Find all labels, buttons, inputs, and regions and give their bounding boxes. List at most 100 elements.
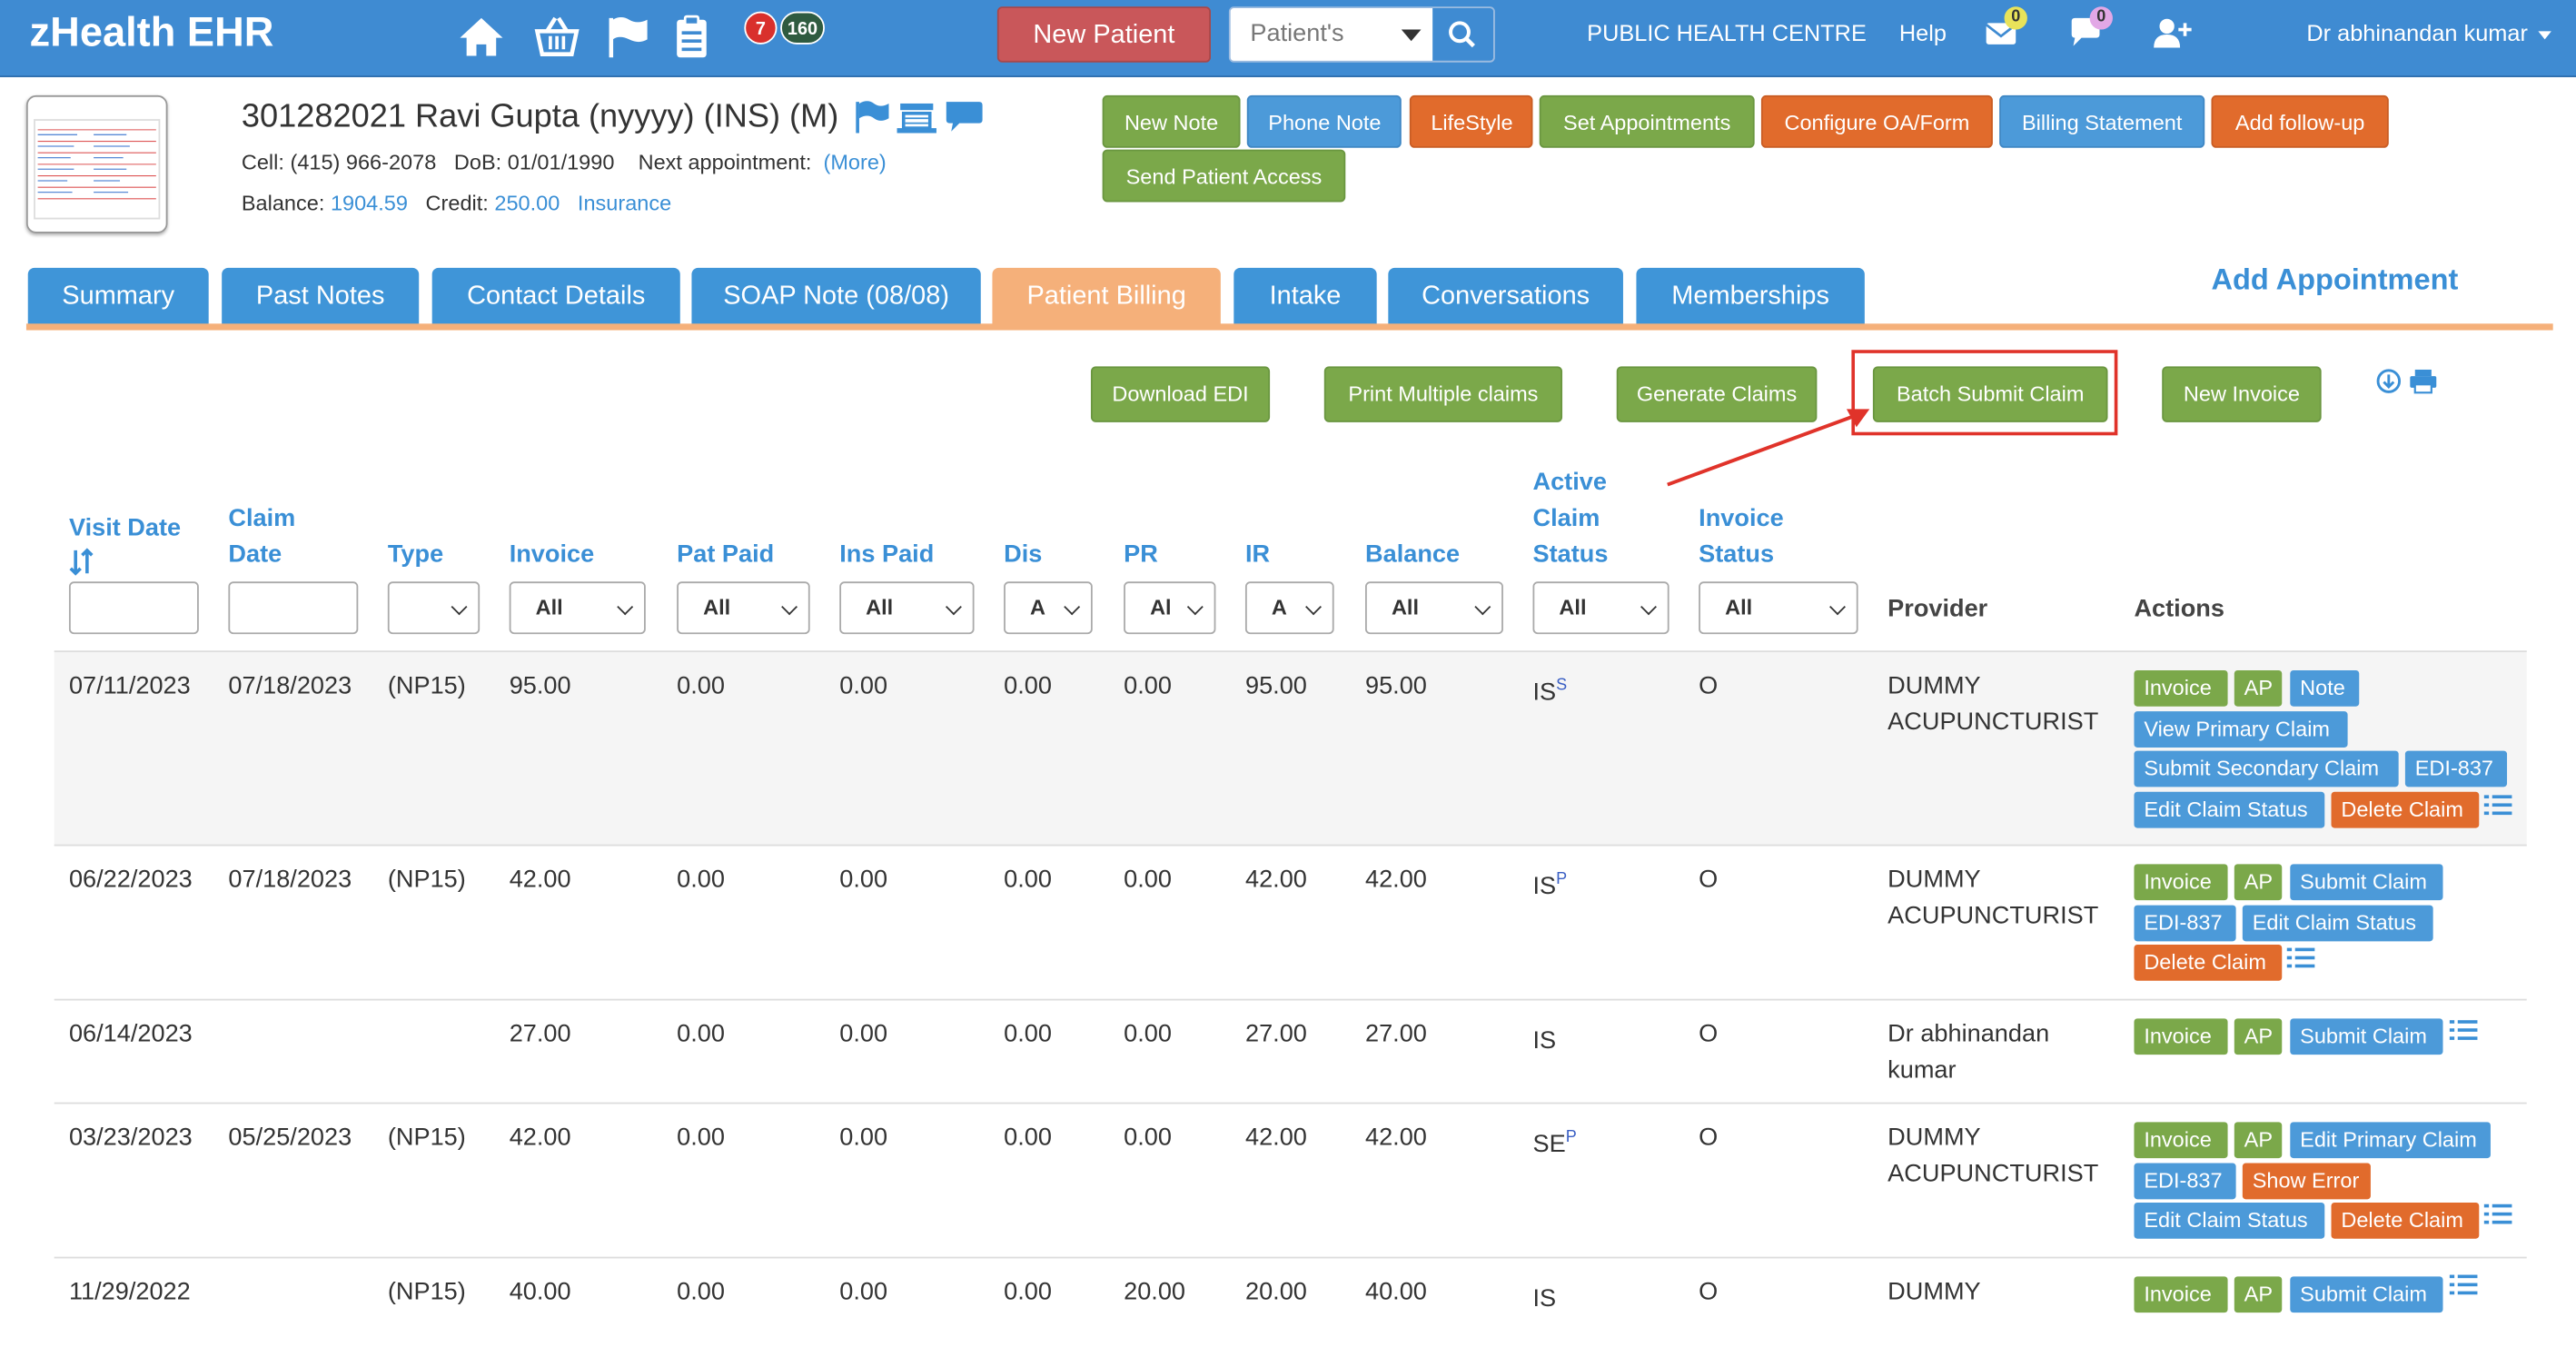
col-visit-date[interactable]: Visit Date: [69, 510, 181, 588]
alert-count-badge[interactable]: 7: [744, 11, 778, 45]
configure-oa-form-button[interactable]: Configure OA/Form: [1760, 94, 1993, 148]
invoice-status-filter-select[interactable]: All: [1699, 581, 1858, 635]
new-note-button[interactable]: New Note: [1102, 94, 1241, 148]
download-icon[interactable]: [2375, 368, 2402, 394]
basket-icon[interactable]: [532, 13, 581, 59]
col-ir[interactable]: IR: [1245, 537, 1270, 573]
col-type[interactable]: Type: [388, 537, 443, 573]
invoice-button[interactable]: Invoice: [2134, 864, 2228, 901]
submit-secondary-claim-button[interactable]: Submit Secondary Claim: [2134, 751, 2399, 788]
send-patient-access-button[interactable]: Send Patient Access: [1102, 149, 1346, 203]
mail-icon[interactable]: 0: [1985, 6, 2027, 49]
home-icon[interactable]: [457, 13, 506, 59]
ap-button[interactable]: AP: [2234, 864, 2283, 901]
invoice-button[interactable]: Invoice: [2134, 1018, 2228, 1055]
invoice-button[interactable]: Invoice: [2134, 1276, 2228, 1313]
invoice-button[interactable]: Invoice: [2134, 1122, 2228, 1159]
edit-claim-status-button[interactable]: Edit Claim Status: [2134, 791, 2325, 828]
edi-837-button[interactable]: EDI-837: [2134, 1162, 2236, 1199]
balance-filter-select[interactable]: All: [1365, 581, 1503, 635]
note-button[interactable]: Note: [2290, 669, 2360, 707]
tab-conversations[interactable]: Conversations: [1388, 267, 1623, 326]
tab-intake[interactable]: Intake: [1234, 267, 1377, 326]
visit-date-filter-input[interactable]: [68, 581, 199, 635]
credit-link[interactable]: 250.00: [494, 191, 560, 215]
invoice-button[interactable]: Invoice: [2134, 669, 2228, 707]
add-appointment-link[interactable]: Add Appointment: [2211, 262, 2458, 297]
ap-button[interactable]: AP: [2234, 1276, 2283, 1313]
print-icon[interactable]: [2409, 368, 2439, 394]
add-user-icon[interactable]: [2152, 16, 2192, 49]
comment-icon[interactable]: [946, 102, 983, 132]
clipboard-icon[interactable]: [667, 13, 716, 59]
claim-date-filter-input[interactable]: [228, 581, 359, 635]
submit-claim-button[interactable]: Submit Claim: [2290, 1018, 2443, 1055]
tab-past-notes[interactable]: Past Notes: [222, 267, 420, 326]
delete-claim-button[interactable]: Delete Claim: [2331, 791, 2480, 828]
col-invoice[interactable]: Invoice: [510, 537, 594, 573]
invoice-filter-select[interactable]: All: [509, 581, 646, 635]
pr-filter-select[interactable]: Al: [1124, 581, 1216, 635]
type-filter-select[interactable]: [387, 581, 481, 635]
claim-status-superscript[interactable]: P: [1566, 1129, 1577, 1147]
ins-paid-filter-select[interactable]: All: [839, 581, 975, 635]
dis-filter-select[interactable]: A: [1004, 581, 1093, 635]
col-invoice-status[interactable]: Invoice Status: [1699, 501, 1783, 574]
col-dis[interactable]: Dis: [1004, 537, 1042, 573]
claim-status-superscript[interactable]: P: [1556, 871, 1567, 889]
flag-icon[interactable]: [856, 101, 889, 134]
view-primary-claim-button[interactable]: View Primary Claim: [2134, 710, 2348, 748]
submit-claim-button[interactable]: Submit Claim: [2290, 864, 2443, 901]
print-multiple-claims-button[interactable]: Print Multiple claims: [1323, 366, 1563, 422]
show-error-button[interactable]: Show Error: [2242, 1162, 2371, 1199]
chevron-down-icon[interactable]: [1401, 29, 1422, 42]
claim-status-superscript[interactable]: S: [1556, 677, 1567, 695]
task-count-badge[interactable]: 160: [780, 11, 825, 45]
list-icon[interactable]: [2449, 1273, 2478, 1296]
col-balance[interactable]: Balance: [1365, 537, 1460, 573]
set-appointments-button[interactable]: Set Appointments: [1539, 94, 1755, 148]
pat-paid-filter-select[interactable]: All: [677, 581, 810, 635]
help-link[interactable]: Help: [1899, 20, 1947, 46]
tab-summary[interactable]: Summary: [27, 267, 209, 326]
list-icon[interactable]: [2449, 1018, 2478, 1041]
new-patient-button[interactable]: New Patient: [996, 6, 1211, 63]
delete-claim-button[interactable]: Delete Claim: [2134, 945, 2283, 982]
list-icon[interactable]: [2286, 946, 2315, 969]
list-icon[interactable]: [2483, 1203, 2512, 1225]
patient-document-thumbnail[interactable]: [25, 94, 168, 233]
col-active-claim-status[interactable]: Active Claim Status: [1532, 465, 1608, 573]
balance-link[interactable]: 1904.59: [331, 191, 408, 215]
ap-button[interactable]: AP: [2234, 1018, 2283, 1055]
user-menu[interactable]: Dr abhinandan kumar: [2306, 20, 2551, 46]
claim-status-filter-select[interactable]: All: [1532, 581, 1669, 635]
edit-claim-status-button[interactable]: Edit Claim Status: [2134, 1203, 2325, 1240]
tab-soap-note[interactable]: SOAP Note (08/08): [691, 267, 981, 326]
delete-claim-button[interactable]: Delete Claim: [2331, 1203, 2480, 1240]
app-title[interactable]: zHealth EHR: [30, 10, 274, 57]
edit-primary-claim-button[interactable]: Edit Primary Claim: [2290, 1122, 2491, 1159]
ap-button[interactable]: AP: [2234, 1122, 2283, 1159]
edi-837-button[interactable]: EDI-837: [2134, 905, 2236, 941]
download-edi-button[interactable]: Download EDI: [1090, 366, 1271, 422]
billing-statement-button[interactable]: Billing Statement: [1999, 94, 2205, 148]
tab-memberships[interactable]: Memberships: [1636, 267, 1865, 326]
col-pr[interactable]: PR: [1124, 537, 1158, 573]
cashier-icon[interactable]: [897, 103, 936, 134]
more-appointments-link[interactable]: (More): [824, 150, 887, 174]
lifestyle-button[interactable]: LifeStyle: [1409, 94, 1533, 148]
chat-icon[interactable]: 0: [2068, 6, 2113, 49]
phone-note-button[interactable]: Phone Note: [1246, 94, 1402, 148]
edi-837-button[interactable]: EDI-837: [2404, 751, 2508, 788]
new-invoice-button[interactable]: New Invoice: [2162, 366, 2322, 422]
flag-icon[interactable]: [605, 13, 654, 59]
sort-icon[interactable]: [69, 547, 95, 577]
ir-filter-select[interactable]: A: [1244, 581, 1334, 635]
tab-contact-details[interactable]: Contact Details: [431, 267, 680, 326]
clinic-link[interactable]: PUBLIC HEALTH CENTRE: [1587, 20, 1867, 46]
tab-patient-billing[interactable]: Patient Billing: [992, 267, 1221, 326]
col-pat-paid[interactable]: Pat Paid: [677, 537, 774, 573]
search-type-select[interactable]: Patient's: [1250, 20, 1343, 48]
insurance-link[interactable]: Insurance: [578, 191, 671, 215]
search-button[interactable]: [1432, 8, 1494, 61]
